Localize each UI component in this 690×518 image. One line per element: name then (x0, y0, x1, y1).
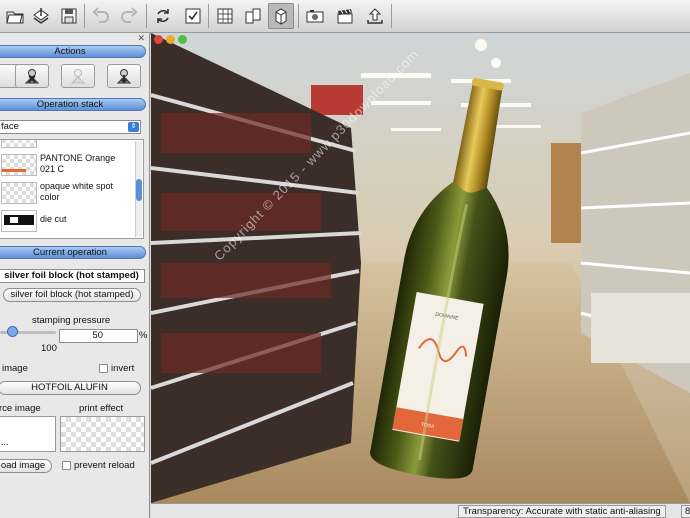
action-disabled-icon[interactable] (61, 64, 95, 88)
upload-icon[interactable] (362, 3, 388, 29)
stack-thumbnail (1, 140, 37, 148)
stack-item-label: opaque white spot color (40, 181, 114, 202)
image-option-label: image (2, 363, 28, 374)
camera-icon[interactable] (302, 3, 328, 29)
die-cut-hole (10, 217, 18, 223)
actions-header: Actions (0, 45, 146, 58)
stack-scrollbar[interactable] (135, 141, 142, 237)
toolbar-separator (391, 4, 392, 28)
source-image-placeholder: ... (1, 437, 9, 447)
invert-checkbox[interactable] (99, 364, 108, 373)
print-effect-preview (60, 416, 145, 452)
3d-viewport[interactable]: DOMAINE TOSA Copyright © 2015 - www.p30d… (151, 33, 690, 503)
side-panel: ✕ Actions Operation stack face ⇕ PANTONE… (0, 33, 150, 518)
stack-thumbnail (1, 210, 37, 232)
distant-display (551, 143, 581, 243)
main-toolbar (0, 0, 690, 33)
open-icon[interactable] (2, 3, 28, 29)
list-item[interactable] (0, 140, 139, 149)
load-image-button[interactable]: oad image (0, 459, 52, 473)
stamping-pressure-input[interactable]: 50 (59, 329, 138, 343)
percent-unit-label: % (139, 330, 148, 341)
redo-icon[interactable] (116, 3, 142, 29)
save-icon[interactable] (56, 3, 82, 29)
stack-thumbnail (1, 154, 37, 176)
grid-view-icon[interactable] (212, 3, 238, 29)
window-minimize-icon[interactable] (166, 35, 175, 44)
stamping-pressure-label: stamping pressure (32, 315, 111, 326)
surface-combo-value: face (1, 121, 19, 132)
list-item[interactable]: opaque white spot color (0, 180, 139, 205)
window-close-icon[interactable] (154, 35, 163, 44)
toolbar-separator (298, 4, 299, 28)
operation-type-button[interactable]: silver foil block (hot stamped) (3, 288, 141, 302)
invert-label: invert (111, 363, 135, 374)
print-effect-label: print effect (79, 403, 124, 414)
die-cut-shape (4, 215, 34, 225)
operation-stack-header: Operation stack (0, 98, 146, 111)
toolbar-separator (208, 4, 209, 28)
undo-icon[interactable] (88, 3, 114, 29)
stack-item-label: die cut (40, 214, 67, 224)
chevron-updown-icon: ⇕ (128, 122, 139, 132)
source-image-label: rce image (0, 403, 41, 414)
toolbar-separator (146, 4, 147, 28)
orange-swatch (2, 169, 26, 172)
current-operation-header: Current operation (0, 246, 146, 259)
zoom-status: 866 (681, 505, 690, 518)
toolbar-separator (84, 4, 85, 28)
prevent-reload-label: prevent reload (74, 460, 135, 471)
export-icon[interactable] (28, 3, 54, 29)
checkbox-view-icon[interactable] (180, 3, 206, 29)
hotfoil-button[interactable]: HOTFOIL ALUFIN (0, 381, 141, 395)
stack-item-label: PANTONE Orange 021 C (40, 153, 116, 174)
slider-value-label: 100 (41, 343, 57, 354)
scrollbar-thumb[interactable] (136, 179, 142, 201)
surface-combo[interactable]: face ⇕ (0, 120, 141, 134)
transparency-status: Transparency: Accurate with static anti-… (458, 505, 666, 518)
refresh-icon[interactable] (150, 3, 176, 29)
panel-close-icon[interactable]: ✕ (137, 33, 145, 44)
stack-thumbnail (1, 182, 37, 204)
prevent-reload-checkbox[interactable] (62, 461, 71, 470)
clapper-icon[interactable] (332, 3, 358, 29)
product-stack (591, 293, 690, 363)
split-view-icon[interactable] (240, 3, 266, 29)
operation-stack-list[interactable]: PANTONE Orange 021 C opaque white spot c… (0, 139, 144, 239)
stamping-slider[interactable] (0, 326, 56, 338)
supermarket-scene: DOMAINE TOSA (151, 33, 690, 503)
list-item[interactable]: PANTONE Orange 021 C (0, 152, 139, 177)
slider-knob[interactable] (7, 326, 18, 337)
3d-view-icon[interactable] (268, 3, 294, 29)
window-zoom-icon[interactable] (178, 35, 187, 44)
status-bar: Transparency: Accurate with static anti-… (151, 503, 690, 518)
source-image-preview[interactable]: ... (0, 416, 56, 452)
action-download-icon[interactable] (107, 64, 141, 88)
action-remove-icon[interactable] (15, 64, 49, 88)
operation-name-field[interactable]: silver foil block (hot stamped) (0, 269, 145, 283)
list-item[interactable]: die cut (0, 208, 139, 233)
